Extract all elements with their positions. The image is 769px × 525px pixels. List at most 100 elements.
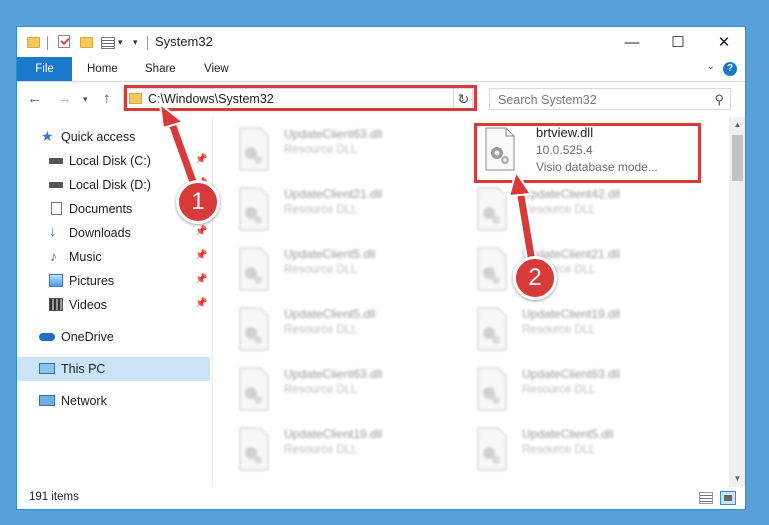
file-name: UpdateClient5.dll xyxy=(522,427,614,441)
minimize-button[interactable]: — xyxy=(609,27,655,57)
sidebar-item-network[interactable]: Network xyxy=(17,389,210,413)
file-tile[interactable]: UpdateClient63.dll Resource DLL xyxy=(452,363,662,419)
window-title: System32 xyxy=(155,34,213,49)
drive-icon xyxy=(49,158,63,164)
file-tile[interactable]: UpdateClient63.dll Resource DLL xyxy=(214,123,424,179)
pin-icon[interactable]: 📌 xyxy=(195,154,207,165)
customize-toolbar-icon[interactable]: ▾ xyxy=(133,37,138,51)
dll-file-icon xyxy=(239,367,269,411)
sidebar-item-quick-access[interactable]: ★ Quick access xyxy=(17,125,210,149)
sidebar-item-label: Local Disk (D:) xyxy=(69,178,151,192)
navigation-bar: ← → ▾ ↑ C:\Windows\System32 ⌄ ↻ Search S… xyxy=(17,82,745,116)
sidebar-item-label: Local Disk (C:) xyxy=(69,154,151,168)
back-button[interactable]: ← xyxy=(27,90,42,107)
file-tile[interactable]: UpdateClient19.dll Resource DLL xyxy=(214,423,424,479)
download-icon: ↓ xyxy=(49,223,57,240)
help-icon[interactable]: ? xyxy=(723,62,737,76)
file-name: UpdateClient19.dll xyxy=(284,427,383,441)
videos-icon xyxy=(49,298,63,311)
file-name: UpdateClient63.dll xyxy=(522,367,621,381)
file-tile[interactable]: UpdateClient21.dll Resource DLL xyxy=(214,183,424,239)
tab-file[interactable]: File xyxy=(17,57,72,81)
search-input[interactable]: Search System32 xyxy=(498,93,597,107)
new-folder-icon[interactable] xyxy=(80,37,93,48)
pin-icon[interactable]: 📌 xyxy=(195,226,207,237)
scrollbar-thumb[interactable] xyxy=(732,135,743,181)
file-type: Resource DLL xyxy=(522,444,596,456)
file-type: Resource DLL xyxy=(284,324,358,336)
file-explorer-window: ▾ ▾ System32 — ☐ ✕ File Home Share View … xyxy=(16,26,746,510)
file-tile[interactable]: UpdateClient5.dll Resource DLL xyxy=(214,243,424,299)
file-name: UpdateClient63.dll xyxy=(284,367,383,381)
sidebar-item-label: This PC xyxy=(61,362,106,376)
file-name: UpdateClient5.dll xyxy=(284,307,376,321)
drive-icon xyxy=(49,182,63,188)
up-button[interactable]: ↑ xyxy=(103,90,111,107)
step-2-badge: 2 xyxy=(513,256,557,300)
sidebar-item-music[interactable]: ♪ Music 📌 xyxy=(17,245,210,269)
properties-icon[interactable] xyxy=(101,37,115,49)
tab-view[interactable]: View xyxy=(190,57,243,81)
tiles-view-icon[interactable] xyxy=(720,491,736,505)
chevron-down-icon[interactable]: ▾ xyxy=(118,37,123,51)
file-type: Resource DLL xyxy=(522,384,596,396)
dll-file-icon xyxy=(239,247,269,291)
scroll-down-icon[interactable]: ▼ xyxy=(729,471,745,487)
search-box[interactable]: Search System32 ⚲ xyxy=(489,88,731,110)
sidebar-item-this-pc[interactable]: This PC xyxy=(17,357,210,381)
sidebar-item-label: Network xyxy=(61,394,107,408)
vertical-scrollbar[interactable]: ▲ ▼ xyxy=(729,117,745,487)
cloud-icon xyxy=(39,333,55,341)
tab-share[interactable]: Share xyxy=(131,57,190,81)
expand-ribbon-icon[interactable]: ⌄ xyxy=(707,61,715,72)
dll-file-icon xyxy=(239,127,269,171)
sidebar-item-onedrive[interactable]: OneDrive xyxy=(17,325,210,349)
title-bar: ▾ ▾ System32 — ☐ ✕ xyxy=(17,27,745,57)
close-button[interactable]: ✕ xyxy=(701,27,745,57)
dll-file-icon xyxy=(477,247,507,291)
file-tile[interactable]: UpdateClient63.dll Resource DLL xyxy=(214,363,424,419)
recent-locations-button[interactable]: ▾ xyxy=(83,94,88,105)
forward-button[interactable]: → xyxy=(57,90,72,107)
file-list: UpdateClient63.dll Resource DLL UpdateCl… xyxy=(214,117,729,487)
pin-icon[interactable]: 📌 xyxy=(195,298,207,309)
file-tile[interactable]: UpdateClient21.dll Resource DLL xyxy=(452,243,662,299)
scroll-up-icon[interactable]: ▲ xyxy=(729,117,745,133)
sidebar-item-label: Music xyxy=(69,250,102,264)
file-type: Resource DLL xyxy=(284,204,358,216)
properties-check-icon[interactable] xyxy=(58,35,70,48)
file-tile[interactable]: UpdateClient5.dll Resource DLL xyxy=(452,423,662,479)
file-type: Resource DLL xyxy=(522,204,596,216)
dll-file-icon xyxy=(239,187,269,231)
item-count: 191 items xyxy=(29,491,79,503)
pictures-icon xyxy=(49,274,63,287)
file-type: Resource DLL xyxy=(284,144,358,156)
folder-icon xyxy=(27,37,40,48)
sidebar-item-local-disk-c[interactable]: Local Disk (C:) 📌 xyxy=(17,149,210,173)
dll-file-icon xyxy=(477,187,507,231)
search-icon[interactable]: ⚲ xyxy=(714,92,724,108)
pin-icon[interactable]: 📌 xyxy=(195,274,207,285)
sidebar-item-label: Downloads xyxy=(69,226,131,240)
dll-file-icon xyxy=(477,367,507,411)
music-icon: ♪ xyxy=(50,248,57,264)
file-tile[interactable]: UpdateClient5.dll Resource DLL xyxy=(214,303,424,359)
sidebar-item-downloads[interactable]: ↓ Downloads 📌 xyxy=(17,221,210,245)
dll-file-icon xyxy=(239,427,269,471)
dll-file-icon xyxy=(477,307,507,351)
sidebar-item-label: Quick access xyxy=(61,130,136,144)
file-tile[interactable]: UpdateClient42.dll Resource DLL xyxy=(452,183,662,239)
file-name: UpdateClient42.dll xyxy=(522,187,621,201)
address-highlight-box xyxy=(124,85,477,111)
dll-file-icon xyxy=(239,307,269,351)
sidebar-item-label: OneDrive xyxy=(61,330,114,344)
sidebar-item-pictures[interactable]: Pictures 📌 xyxy=(17,269,210,293)
file-name: UpdateClient19.dll xyxy=(522,307,621,321)
sidebar-item-videos[interactable]: Videos 📌 xyxy=(17,293,210,317)
file-tile[interactable]: UpdateClient19.dll Resource DLL xyxy=(452,303,662,359)
pin-icon[interactable]: 📌 xyxy=(195,250,207,261)
tab-home[interactable]: Home xyxy=(73,57,132,81)
details-view-icon[interactable] xyxy=(699,492,713,504)
maximize-button[interactable]: ☐ xyxy=(655,27,701,57)
separator xyxy=(147,36,148,50)
